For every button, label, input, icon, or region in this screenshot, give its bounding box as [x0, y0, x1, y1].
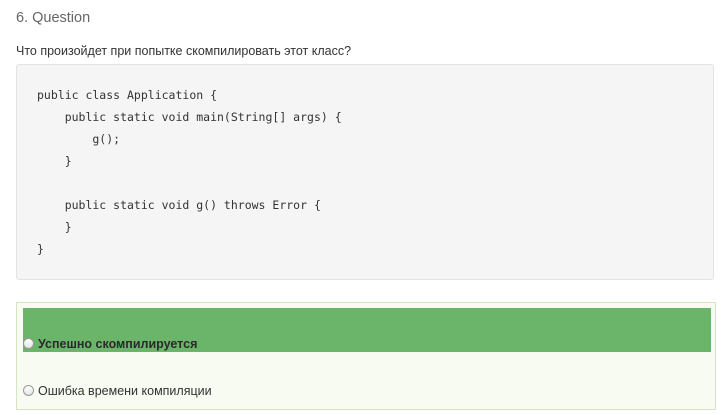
answer-option-correct[interactable]: Успешно скомпилируется [23, 308, 711, 352]
radio-button[interactable] [23, 385, 34, 396]
code-line: public static void main(String[] args) { [37, 110, 342, 124]
question-title: 6. Question [16, 10, 91, 26]
answer-option[interactable]: Ошибка времени компиляции [23, 359, 711, 403]
code-line: } [37, 154, 72, 168]
code-line: g(); [37, 132, 121, 146]
radio-button[interactable] [23, 338, 34, 349]
answer-options: Успешно скомпилируется Ошибка времени ко… [16, 302, 716, 410]
question-text: Что произойдет при попытке скомпилироват… [16, 44, 352, 58]
answer-label: Успешно скомпилируется [38, 337, 198, 351]
answer-label: Ошибка времени компиляции [38, 384, 212, 398]
code-line: } [37, 242, 44, 256]
code-line: public static void g() throws Error { [37, 198, 321, 212]
code-line: public class Application { [37, 88, 218, 102]
code-block: public class Application { public static… [16, 64, 714, 280]
code-line: } [37, 220, 72, 234]
question-page: 6. Question Что произойдет при попытке с… [0, 0, 726, 415]
